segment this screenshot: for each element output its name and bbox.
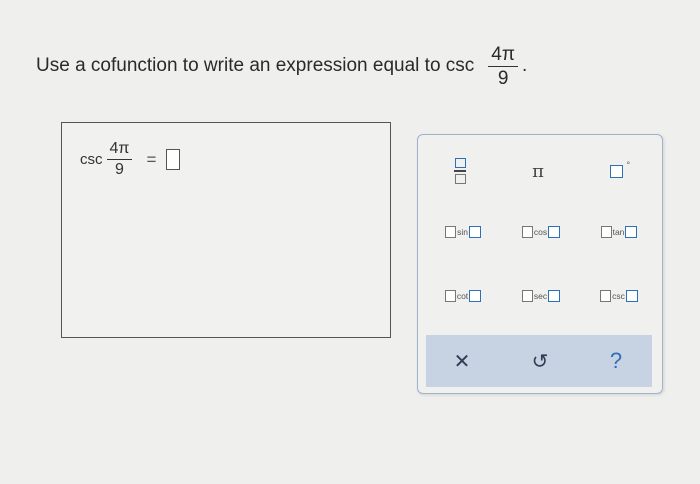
sec-label: sec: [533, 291, 548, 301]
tan-label: tan: [612, 227, 625, 237]
degree-button[interactable]: °: [596, 153, 636, 189]
question-period: .: [521, 55, 528, 76]
undo-button[interactable]: ↺: [520, 343, 560, 379]
answer-denominator: 9: [115, 161, 124, 178]
undo-icon: ↺: [531, 350, 549, 373]
answer-fraction: 4π 9: [106, 141, 133, 178]
close-icon: ✕: [453, 350, 471, 373]
fraction-button[interactable]: [440, 153, 480, 189]
cot-button[interactable]: cot: [432, 285, 494, 307]
answer-expression: csc 4π 9 =: [80, 141, 181, 178]
clear-button[interactable]: ✕: [442, 343, 482, 379]
fraction-denominator: 9: [497, 67, 509, 89]
degree-icon: °: [609, 160, 630, 178]
cos-button[interactable]: cos: [510, 221, 572, 243]
fraction-icon: [454, 158, 466, 184]
help-icon: ?: [609, 348, 623, 373]
fraction-numerator: 4π: [488, 45, 518, 67]
math-palette: π ° sin cos tan cot sec csc ✕ ↺ ?: [417, 134, 663, 394]
answer-area[interactable]: csc 4π 9 =: [61, 122, 391, 338]
answer-input[interactable]: [166, 149, 181, 170]
answer-numerator: 4π: [106, 141, 133, 160]
csc-label: csc: [612, 291, 625, 301]
sin-button[interactable]: sin: [432, 221, 494, 243]
sin-label: sin: [457, 227, 468, 237]
pi-symbol: π: [532, 160, 544, 182]
action-bar: ✕ ↺ ?: [426, 335, 652, 387]
cos-label: cos: [533, 227, 548, 237]
question-text: Use a cofunction to write an expression …: [36, 55, 475, 76]
tan-button[interactable]: tan: [588, 221, 650, 243]
sec-button[interactable]: sec: [510, 285, 572, 307]
question-prompt: Use a cofunction to write an expression …: [36, 36, 527, 96]
pi-button[interactable]: π: [518, 153, 558, 189]
degree-symbol: °: [626, 159, 631, 170]
csc-button[interactable]: csc: [588, 285, 650, 307]
equals-sign: =: [146, 149, 157, 169]
help-button[interactable]: ?: [596, 343, 636, 379]
question-fraction: 4π 9: [488, 45, 518, 88]
cot-label: cot: [456, 291, 469, 301]
answer-func-label: csc: [80, 151, 103, 168]
